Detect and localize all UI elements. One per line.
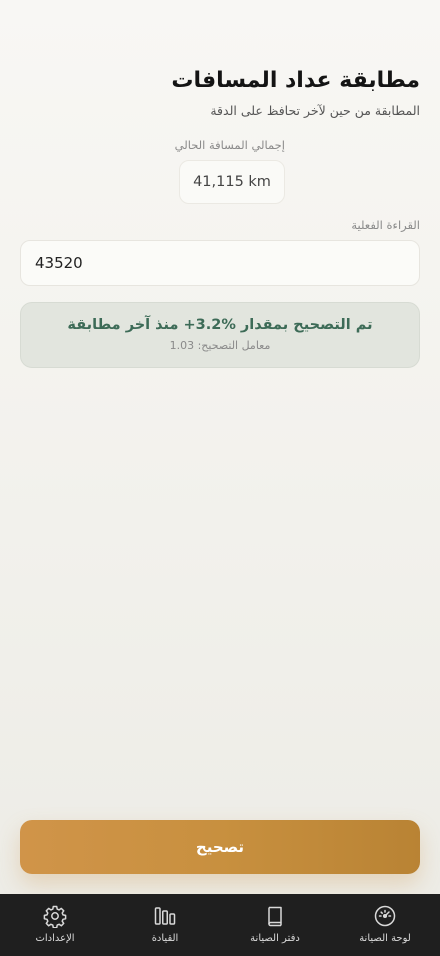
correct-button[interactable]: تصحيح — [20, 820, 420, 874]
bottom-tab-bar: لوحة الصيانة دفتر الصيانة القيادة الإعدا… — [0, 894, 440, 956]
correction-factor-text: معامل التصحيح: 1.03 — [169, 339, 271, 352]
tab-label: لوحة الصيانة — [359, 933, 411, 944]
gear-icon — [43, 905, 67, 928]
current-distance-value: 41,115 km — [179, 160, 285, 204]
tab-settings[interactable]: الإعدادات — [0, 894, 110, 956]
page-subtitle: المطابقة من حين لآخر تحافظ على الدقة — [210, 103, 420, 118]
actual-reading-input[interactable] — [20, 240, 420, 286]
tab-label: الإعدادات — [35, 933, 75, 944]
gauge-icon — [374, 905, 396, 927]
tab-driving[interactable]: القيادة — [110, 894, 220, 956]
current-distance-label: إجمالي المسافة الحالي — [174, 138, 285, 152]
page-title: مطابقة عداد المسافات — [171, 68, 420, 93]
tab-maintenance-dashboard[interactable]: لوحة الصيانة — [330, 894, 440, 956]
correction-result-text: تم التصحيح بمقدار ‎+3.2%‎ منذ آخر مطابقة — [67, 317, 373, 333]
tab-maintenance-log[interactable]: دفتر الصيانة — [220, 894, 330, 956]
book-icon — [268, 906, 282, 927]
bars-icon — [154, 907, 176, 925]
tab-label: القيادة — [151, 933, 179, 944]
correction-result-card: تم التصحيح بمقدار ‎+3.2%‎ منذ آخر مطابقة… — [20, 302, 420, 368]
actual-reading-label: القراءة الفعلية — [351, 218, 420, 232]
tab-label: دفتر الصيانة — [250, 933, 300, 944]
